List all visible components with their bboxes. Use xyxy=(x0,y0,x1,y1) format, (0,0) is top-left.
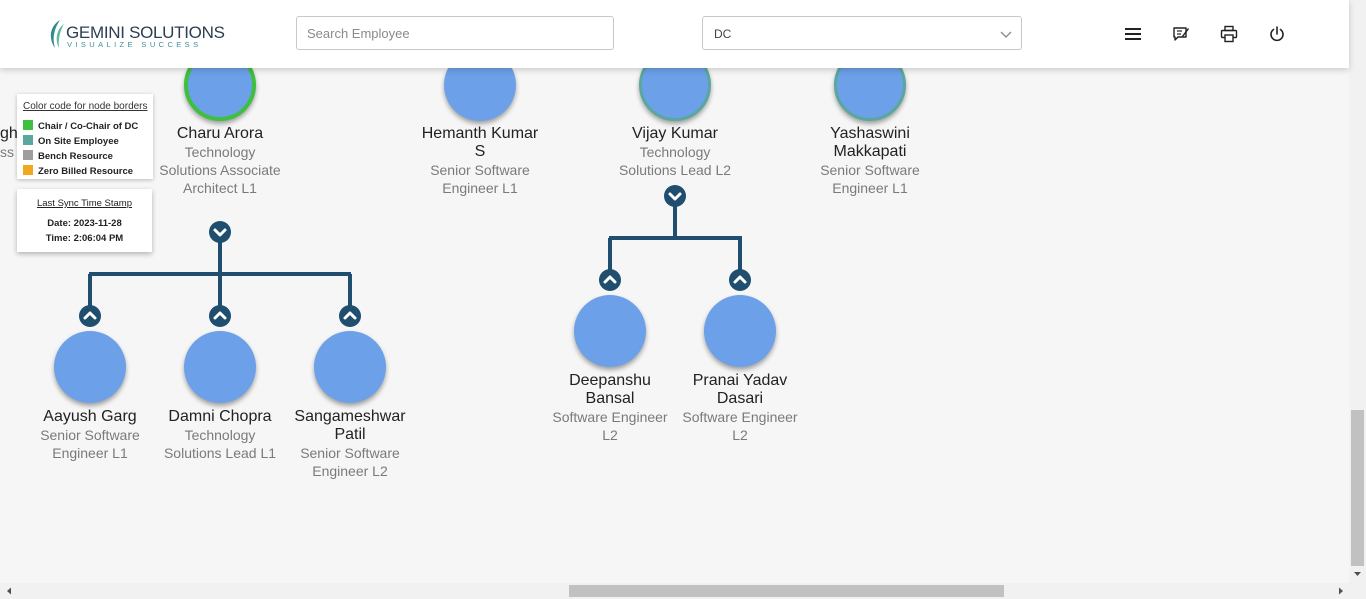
legend-swatch xyxy=(23,150,33,160)
legend-swatch xyxy=(23,135,33,145)
node-label: Yashaswini Makkapati Senior Software Eng… xyxy=(805,125,935,197)
employee-name: Vijay Kumar xyxy=(632,125,718,142)
dc-select[interactable]: DC xyxy=(702,16,1022,50)
employee-name: Sangameshwar Patil xyxy=(294,408,406,443)
employee-name: Yashaswini Makkapati xyxy=(830,125,910,160)
collapse-toggle-charu[interactable] xyxy=(209,221,231,243)
employee-node-damni-chopra[interactable] xyxy=(184,331,256,403)
employee-node-aayush-garg[interactable] xyxy=(54,331,126,403)
feedback-icon[interactable] xyxy=(1172,25,1190,43)
sync-timestamp-panel: Last Sync Time Stamp Date: 2023-11-28 Ti… xyxy=(17,189,152,252)
scroll-down-arrow-icon[interactable] xyxy=(1349,567,1366,581)
horizontal-scrollbar[interactable] xyxy=(0,583,1349,599)
legend-label: Chair / Co-Chair of DC xyxy=(38,121,139,132)
employee-role: Senior Software Engineer L1 xyxy=(820,162,920,196)
node-label: Vijay Kumar Technology Solutions Lead L2 xyxy=(610,125,740,179)
dc-select-value: DC xyxy=(714,27,732,41)
horizontal-scrollbar-thumb[interactable] xyxy=(569,585,1004,597)
parent-toggle-pranai[interactable] xyxy=(729,269,751,291)
node-label: Aayush Garg Senior Software Engineer L1 xyxy=(25,408,155,462)
employee-name: Hemanth Kumar S xyxy=(421,125,539,160)
employee-name: Damni Chopra xyxy=(168,408,272,425)
vertical-scrollbar[interactable] xyxy=(1349,0,1366,599)
employee-name: Deepanshu Bansal xyxy=(569,372,651,407)
search-employee-input[interactable] xyxy=(296,16,614,50)
legend-label: Bench Resource xyxy=(38,151,113,162)
parent-toggle-deepanshu[interactable] xyxy=(599,269,621,291)
employee-name: Aayush Garg xyxy=(43,408,137,425)
scroll-right-arrow-icon[interactable] xyxy=(1334,583,1348,599)
employee-node-deepanshu-bansal[interactable] xyxy=(574,295,646,367)
border-color-legend: Color code for node borders Chair / Co-C… xyxy=(17,94,153,179)
node-label: Hemanth Kumar S Senior Software Engineer… xyxy=(415,125,545,197)
employee-role: Technology Solutions Associate Architect… xyxy=(159,144,281,196)
employee-role: Senior Software Engineer L1 xyxy=(40,427,140,461)
employee-role: Technology Solutions Lead L1 xyxy=(163,427,277,461)
employee-node-pranai-yadav-dasari[interactable] xyxy=(704,295,776,367)
logo-tagline: VISUALIZE SUCCESS xyxy=(67,40,202,49)
employee-role: Senior Software Engineer L2 xyxy=(300,445,400,479)
gemini-leaf-icon xyxy=(50,20,64,48)
node-label: Charu Arora Technology Solutions Associa… xyxy=(155,125,285,197)
employee-role: Software Engineer L2 xyxy=(552,409,668,443)
parent-toggle-damni[interactable] xyxy=(209,305,231,327)
node-label: Damni Chopra Technology Solutions Lead L… xyxy=(155,408,285,462)
parent-toggle-aayush[interactable] xyxy=(79,305,101,327)
employee-name: Charu Arora xyxy=(176,125,264,142)
node-label: Sangameshwar Patil Senior Software Engin… xyxy=(285,408,415,480)
power-icon[interactable] xyxy=(1268,25,1286,43)
parent-toggle-sangameshwar[interactable] xyxy=(339,305,361,327)
vertical-scrollbar-thumb[interactable] xyxy=(1351,410,1364,566)
org-chart-canvas: gh ss Charu Arora Technology Solutions A… xyxy=(0,0,1349,583)
print-icon[interactable] xyxy=(1220,25,1238,43)
sync-time: Time: 2:06:04 PM xyxy=(45,233,124,244)
node-label: Deepanshu Bansal Software Engineer L2 xyxy=(545,372,675,444)
node-label: Pranai Yadav Dasari Software Engineer L2 xyxy=(675,372,805,444)
employee-role: Software Engineer L2 xyxy=(682,409,798,443)
sync-title: Last Sync Time Stamp xyxy=(36,198,133,209)
gemini-logo[interactable]: GEMINI SOLUTIONS VISUALIZE SUCCESS xyxy=(46,16,225,52)
legend-label: Zero Billed Resource xyxy=(38,166,134,177)
legend-title: Color code for node borders xyxy=(23,101,148,112)
scroll-left-arrow-icon[interactable] xyxy=(2,583,16,599)
top-header: GEMINI SOLUTIONS VISUALIZE SUCCESS DC xyxy=(0,0,1349,68)
employee-name: Pranai Yadav Dasari xyxy=(692,372,788,407)
legend-label: On Site Employee xyxy=(38,136,119,147)
menu-icon[interactable] xyxy=(1124,25,1142,43)
chevron-down-icon xyxy=(1000,31,1012,38)
employee-role: Technology Solutions Lead L2 xyxy=(618,144,732,178)
employee-node-sangameshwar-patil[interactable] xyxy=(314,331,386,403)
sync-date: Date: 2023-11-28 xyxy=(47,218,122,229)
collapse-toggle-vijay[interactable] xyxy=(664,185,686,207)
legend-swatch xyxy=(23,120,33,130)
legend-swatch xyxy=(23,165,33,175)
employee-role: Senior Software Engineer L1 xyxy=(430,162,530,196)
